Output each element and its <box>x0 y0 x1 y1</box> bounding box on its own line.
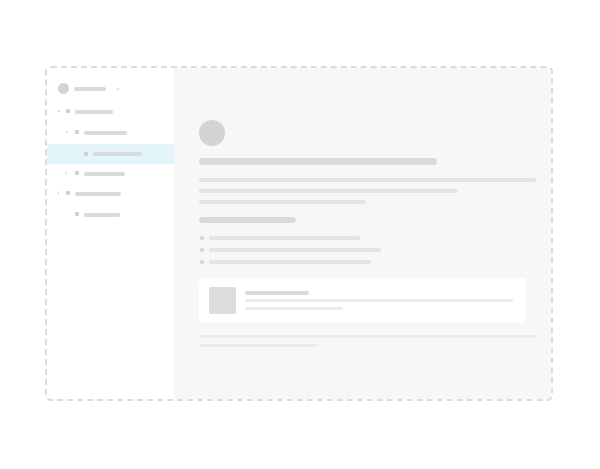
page-icon[interactable] <box>199 120 225 146</box>
page-icon <box>75 212 79 216</box>
page-icon <box>84 152 88 156</box>
paragraph-line <box>199 178 536 182</box>
sidebar-tree-item-selected[interactable] <box>47 144 174 164</box>
page-content <box>174 68 551 399</box>
chevron-down-icon[interactable]: ⌄ <box>64 128 70 135</box>
bullet-icon <box>200 236 204 240</box>
sidebar-item-label-placeholder <box>75 110 113 114</box>
sidebar-tree-item[interactable] <box>47 205 174 225</box>
page-icon <box>66 191 70 195</box>
page-icon <box>75 171 79 175</box>
sidebar-tree-item[interactable]: ⌄ <box>47 102 174 122</box>
sidebar-tree-item[interactable]: ⌄ <box>47 123 174 143</box>
section-heading-placeholder <box>199 217 296 223</box>
link-title-placeholder <box>245 291 309 295</box>
sidebar-item-label-placeholder <box>84 131 127 135</box>
sidebar-item-label-placeholder <box>75 192 121 196</box>
footer-line <box>199 335 536 338</box>
chevron-right-icon[interactable]: › <box>65 170 67 177</box>
page-icon <box>75 130 79 134</box>
sidebar-item-label-placeholder <box>93 152 142 156</box>
page-title-placeholder <box>199 158 437 165</box>
page-icon <box>66 109 70 113</box>
workspace-avatar <box>58 83 69 94</box>
link-preview-card[interactable] <box>199 278 526 323</box>
bullet-icon <box>200 260 204 264</box>
chevron-down-icon: ⌄ <box>115 85 121 92</box>
link-thumbnail <box>209 287 236 314</box>
bullet-icon <box>200 248 204 252</box>
workspace-switcher[interactable]: ⌄ <box>55 82 125 98</box>
app-window: ⌄ ⌄ ⌄ › › <box>45 66 553 401</box>
link-description-line <box>245 299 513 302</box>
sidebar-tree-item[interactable]: › <box>47 184 174 204</box>
chevron-right-icon[interactable]: › <box>57 190 59 197</box>
sidebar-item-label-placeholder <box>84 213 120 217</box>
chevron-down-icon[interactable]: ⌄ <box>56 107 62 114</box>
footer-line <box>199 344 317 347</box>
link-url-line <box>245 307 343 310</box>
list-item <box>209 248 381 252</box>
sidebar: ⌄ ⌄ ⌄ › › <box>47 68 174 399</box>
sidebar-item-label-placeholder <box>84 172 125 176</box>
workspace-name-placeholder <box>74 87 106 91</box>
sidebar-tree-item[interactable]: › <box>47 164 174 184</box>
list-item <box>209 260 371 264</box>
paragraph-line <box>199 200 366 204</box>
list-item <box>209 236 360 240</box>
paragraph-line <box>199 189 458 193</box>
